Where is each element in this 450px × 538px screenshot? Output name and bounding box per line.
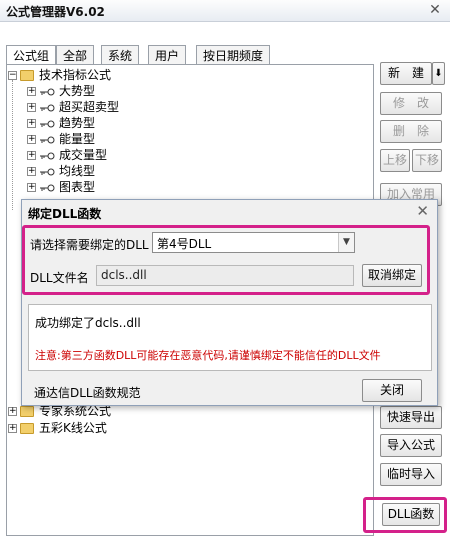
tree-item[interactable]: + 成交量型 (27, 147, 107, 163)
move-down-button[interactable]: 下移 (412, 149, 442, 172)
key-icon (40, 104, 55, 111)
key-icon (40, 120, 55, 127)
expand-icon[interactable]: + (27, 135, 36, 144)
move-up-button[interactable]: 上移 (380, 149, 410, 172)
dll-spec-link[interactable]: 通达信DLL函数规范 (34, 384, 141, 401)
expand-icon[interactable]: + (27, 151, 36, 160)
expand-icon[interactable]: + (27, 167, 36, 176)
info-text: 成功绑定了dcls..dll (35, 316, 141, 330)
tree-item[interactable]: + 图表型 (27, 179, 95, 195)
tree-item-label: 均线型 (59, 164, 96, 178)
key-icon (40, 168, 55, 175)
dialog-title: 绑定DLL函数 (28, 207, 102, 221)
close-icon[interactable]: ✕ (416, 202, 429, 220)
tree-item-label: 趋势型 (59, 116, 96, 130)
tree-item[interactable]: + 超买超卖型 (27, 99, 119, 115)
tree-item[interactable]: + 均线型 (27, 163, 95, 179)
tree-root-label: 五彩K线公式 (39, 421, 107, 435)
tab-all[interactable]: 全部 (56, 45, 95, 64)
tab-by-date-frequency[interactable]: 按日期频度 (196, 45, 271, 64)
tree-guide-line (12, 80, 13, 210)
delete-button[interactable]: 删 除 (380, 120, 442, 143)
expand-icon[interactable]: + (27, 119, 36, 128)
tree-item-label: 能量型 (59, 132, 96, 146)
tree-item[interactable]: + 能量型 (27, 131, 95, 147)
expand-icon[interactable]: + (8, 407, 17, 416)
tree-item-label: 超买超卖型 (59, 100, 120, 114)
tab-formula-group[interactable]: 公式组 (6, 45, 57, 65)
tab-system[interactable]: 系统 (101, 45, 140, 64)
title-bar: 公式管理器V6.02 ✕ (0, 0, 450, 22)
tree-root-colored-k[interactable]: + 五彩K线公式 (8, 420, 107, 436)
tab-user[interactable]: 用户 (148, 45, 187, 64)
expand-icon[interactable]: + (27, 183, 36, 192)
new-dropdown-arrow-icon[interactable]: ⬇ (432, 62, 445, 85)
tree-root-label: 技术指标公式 (39, 68, 112, 82)
fast-export-button[interactable]: 快速导出 (380, 406, 442, 429)
expand-icon[interactable]: + (8, 424, 17, 433)
modify-button[interactable]: 修 改 (380, 92, 442, 115)
tree-item-label: 大势型 (59, 84, 96, 98)
dialog-close-button[interactable]: 关闭 (362, 379, 422, 402)
tree-item[interactable]: + 大势型 (27, 83, 95, 99)
bind-section-highlight (22, 225, 430, 295)
warning-text: 注意:第三方函数DLL可能存在恶意代码,请谨慎绑定不能信任的DLL文件 (35, 349, 381, 362)
key-icon (40, 88, 55, 95)
expand-icon[interactable]: + (27, 103, 36, 112)
folder-icon (20, 70, 34, 81)
temp-import-button[interactable]: 临时导入 (380, 463, 442, 486)
key-icon (40, 152, 55, 159)
collapse-icon[interactable]: − (8, 71, 17, 80)
close-icon[interactable]: ✕ (426, 1, 444, 19)
folder-icon (20, 423, 34, 434)
dll-button-highlight (363, 497, 447, 533)
window-title: 公式管理器V6.02 (6, 5, 105, 19)
new-button[interactable]: 新 建 (380, 62, 432, 85)
expand-icon[interactable]: + (27, 87, 36, 96)
tree-root-label: 专家系统公式 (39, 404, 112, 418)
import-formula-button[interactable]: 导入公式 (380, 434, 442, 457)
folder-icon (20, 406, 34, 417)
key-icon (40, 184, 55, 191)
key-icon (40, 136, 55, 143)
tree-root-technical[interactable]: − 技术指标公式 (8, 67, 111, 83)
tree-item[interactable]: + 趋势型 (27, 115, 95, 131)
tree-item-label: 成交量型 (59, 148, 108, 162)
tree-item-label: 图表型 (59, 180, 96, 194)
